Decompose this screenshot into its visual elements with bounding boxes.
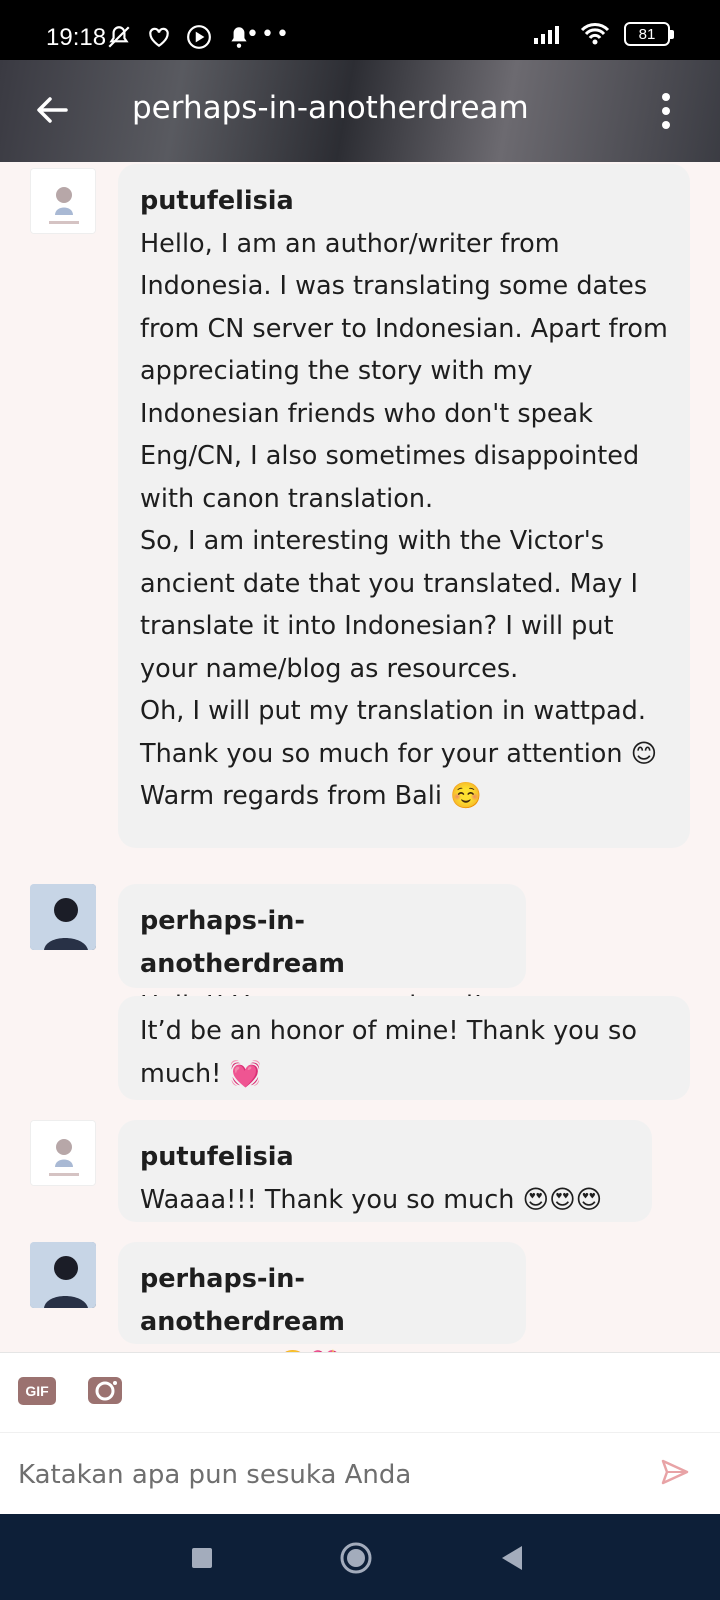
send-icon[interactable] bbox=[660, 1457, 690, 1487]
avatar-image bbox=[30, 1242, 96, 1308]
signal-icon bbox=[534, 26, 559, 44]
home-icon[interactable] bbox=[338, 1540, 374, 1576]
message-bubble[interactable]: perhaps-in-anotherdream Pleasure!! 🥺💖 bbox=[118, 1242, 526, 1352]
message-list[interactable]: putufelisia Hello, I am an author/writer… bbox=[0, 162, 720, 1352]
conversation-title[interactable]: perhaps-in-anotherdream bbox=[132, 90, 529, 126]
message-bubble[interactable]: perhaps-in-anotherdream Hello!! Yes, sur… bbox=[118, 884, 526, 1021]
message-bubble[interactable]: It’d be an honor of mine! Thank you so m… bbox=[118, 996, 690, 1100]
avatar-putufelisia[interactable] bbox=[30, 1120, 96, 1186]
system-navigation-bar bbox=[0, 1514, 720, 1600]
play-icon bbox=[187, 25, 211, 49]
more-notifications-icon: ••• bbox=[246, 22, 291, 47]
battery-indicator: 81 bbox=[624, 22, 674, 46]
message-text: Waaaa!!! Thank you so much 😍😍😍 bbox=[140, 1184, 603, 1215]
message-text: Pleasure!! 🥺💖 bbox=[140, 1343, 504, 1352]
wifi-icon bbox=[580, 23, 610, 45]
avatar-perhaps-in-anotherdream[interactable] bbox=[30, 884, 96, 950]
message-text: It’d be an honor of mine! Thank you so m… bbox=[140, 1016, 646, 1089]
arrow-left-icon[interactable] bbox=[32, 90, 72, 130]
message-composer bbox=[0, 1432, 720, 1514]
status-notification-icons bbox=[106, 24, 252, 50]
status-bar: 19:18 ••• 81 bbox=[0, 0, 720, 60]
avatar-image bbox=[31, 169, 95, 233]
recent-apps-icon[interactable] bbox=[184, 1540, 220, 1576]
message-bubble[interactable]: putufelisia Hello, I am an author/writer… bbox=[118, 164, 690, 848]
status-system-icons: 81 bbox=[532, 22, 674, 46]
composer-toolbar: GIF bbox=[0, 1352, 720, 1432]
message-sender[interactable]: putufelisia bbox=[140, 1136, 630, 1179]
avatar-image bbox=[31, 1121, 95, 1185]
message-sender[interactable]: perhaps-in-anotherdream bbox=[140, 900, 504, 985]
status-time: 19:18 bbox=[46, 24, 107, 51]
gif-button[interactable]: GIF bbox=[18, 1377, 56, 1405]
app-notification-icon bbox=[149, 27, 169, 47]
avatar-putufelisia[interactable] bbox=[30, 168, 96, 234]
conversation-header: perhaps-in-anotherdream bbox=[0, 60, 720, 162]
vertical-dots-icon[interactable] bbox=[660, 92, 672, 130]
message-sender[interactable]: putufelisia bbox=[140, 180, 668, 223]
camera-icon[interactable] bbox=[87, 1373, 123, 1405]
message-text: Hello, I am an author/writer from Indone… bbox=[140, 228, 668, 812]
message-bubble[interactable]: putufelisia Waaaa!!! Thank you so much 😍… bbox=[118, 1120, 652, 1222]
bell-off-icon bbox=[108, 26, 130, 48]
avatar-perhaps-in-anotherdream[interactable] bbox=[30, 1242, 96, 1308]
message-sender[interactable]: perhaps-in-anotherdream bbox=[140, 1258, 504, 1343]
back-nav-icon[interactable] bbox=[494, 1540, 530, 1576]
avatar-image bbox=[30, 884, 96, 950]
message-input[interactable] bbox=[18, 1455, 618, 1495]
